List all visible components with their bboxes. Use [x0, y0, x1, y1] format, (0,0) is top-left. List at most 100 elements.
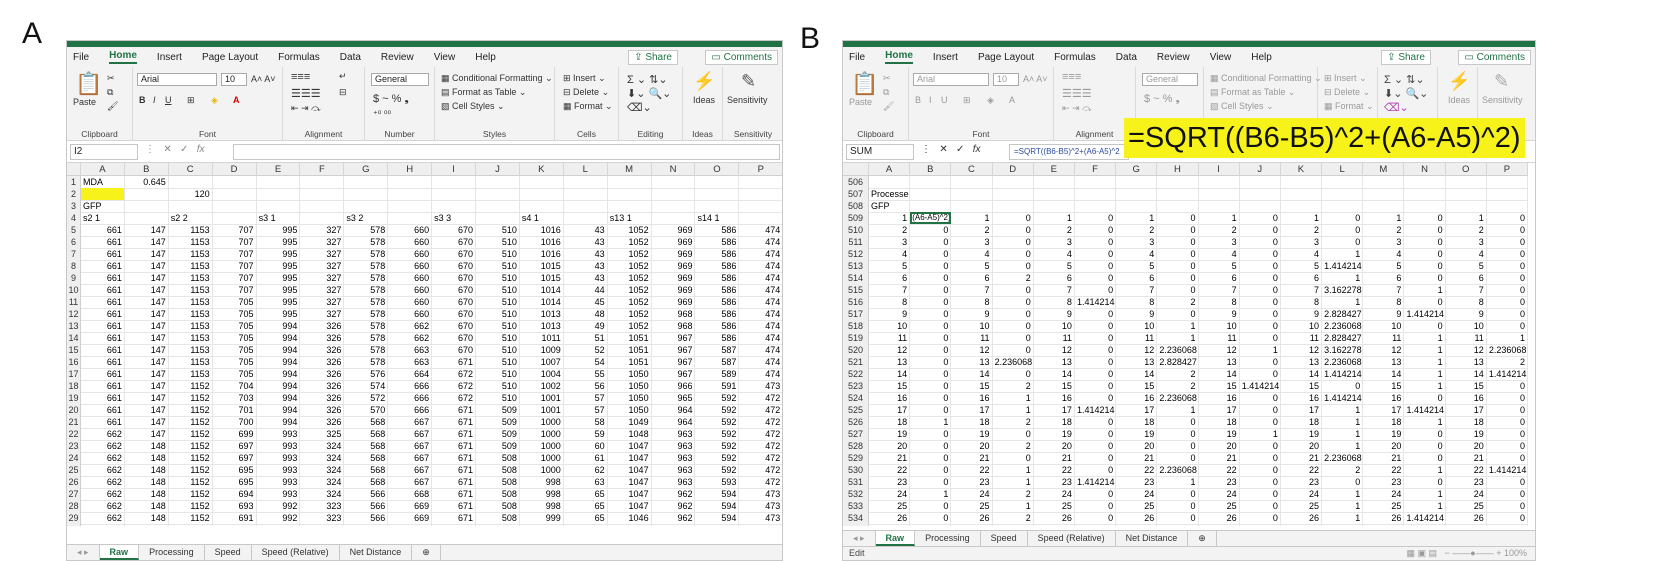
cell[interactable]: 0	[1404, 392, 1446, 404]
cell[interactable]: 1	[993, 404, 1034, 416]
cell[interactable]: 0	[1240, 224, 1281, 236]
cell[interactable]: 19	[1446, 428, 1487, 440]
font-name-select[interactable]: Arial	[913, 73, 989, 86]
cell[interactable]: 49	[564, 320, 608, 332]
cell[interactable]: 0	[1487, 296, 1528, 308]
cell[interactable]: 1152	[169, 380, 213, 392]
cell[interactable]	[388, 176, 433, 188]
cell[interactable]: 586	[695, 296, 740, 308]
cell[interactable]: 16	[1034, 392, 1075, 404]
cell[interactable]: 6	[1363, 272, 1405, 284]
cell[interactable]: 666	[388, 404, 433, 416]
cell[interactable]: 4	[869, 248, 911, 260]
cell[interactable]: 0	[1075, 380, 1117, 392]
cell[interactable]	[1199, 176, 1240, 188]
sensitivity-label[interactable]: Sensitivity	[1482, 95, 1523, 105]
cell[interactable]: 660	[388, 296, 433, 308]
cell[interactable]: 703	[213, 392, 257, 404]
cell[interactable]: 2	[1281, 224, 1323, 236]
cell[interactable]: 668	[388, 488, 433, 500]
cell[interactable]	[695, 188, 740, 200]
cell[interactable]: 474	[739, 356, 782, 368]
cell[interactable]: 1152	[169, 512, 213, 524]
cell[interactable]: 3	[1116, 236, 1158, 248]
tab-scroll-arrows[interactable]: ◂ ▸	[67, 545, 100, 560]
cell[interactable]: 148	[125, 500, 169, 512]
cell[interactable]: 0	[1487, 440, 1528, 452]
cell[interactable]: 324	[300, 440, 345, 452]
cell[interactable]: 13	[1199, 356, 1240, 368]
cell[interactable]	[564, 188, 608, 200]
cell[interactable]	[1322, 176, 1364, 188]
row-header[interactable]: 525	[843, 404, 869, 416]
cell[interactable]: 473	[739, 500, 782, 512]
cell[interactable]: 667	[388, 476, 433, 488]
cell[interactable]: 473	[739, 524, 782, 526]
cell[interactable]	[344, 200, 389, 212]
cell[interactable]	[257, 200, 301, 212]
cell[interactable]: 18	[1281, 416, 1323, 428]
cell[interactable]: 672	[432, 368, 477, 380]
column-header[interactable]: P	[1487, 163, 1528, 176]
clear-icon[interactable]: ⌫⌄	[627, 101, 652, 114]
cell[interactable]: 10	[951, 320, 993, 332]
cell[interactable]: 4	[1363, 248, 1405, 260]
cell[interactable]: 2	[993, 488, 1034, 500]
cell[interactable]: 14	[869, 368, 911, 380]
paste-icon[interactable]: 📋	[851, 71, 878, 97]
cell[interactable]: 16	[869, 392, 911, 404]
cell[interactable]: 663	[81, 524, 125, 526]
cell[interactable]: 22	[1034, 464, 1075, 476]
cell[interactable]: 4	[1034, 248, 1075, 260]
cell[interactable]: 10	[1281, 320, 1323, 332]
cell[interactable]: 147	[125, 416, 169, 428]
cell[interactable]: 3	[1157, 524, 1199, 526]
bold-icon[interactable]: B	[915, 95, 921, 105]
cell[interactable]: s4 1	[520, 212, 564, 224]
cell[interactable]: 671	[432, 464, 477, 476]
cell[interactable]: 27	[951, 524, 993, 526]
cell[interactable]: s13 1	[608, 212, 652, 224]
cell[interactable]: 586	[695, 248, 740, 260]
cell[interactable]: 1	[1240, 344, 1281, 356]
cell[interactable]: 0	[1240, 212, 1281, 224]
cell[interactable]: 22	[1446, 464, 1487, 476]
cell[interactable]: 671	[432, 524, 477, 526]
column-header[interactable]: D	[213, 163, 257, 176]
cell[interactable]: 1050	[608, 380, 652, 392]
cell[interactable]: 17	[1446, 404, 1487, 416]
cell[interactable]: 1.414214	[1322, 392, 1364, 404]
cell[interactable]: 576	[344, 368, 389, 380]
cell[interactable]: 671	[432, 488, 477, 500]
cell[interactable]: s3 3	[432, 212, 477, 224]
cell[interactable]: 1050	[608, 392, 652, 404]
cell[interactable]: 3	[1363, 236, 1405, 248]
cell[interactable]: 994	[257, 356, 301, 368]
cell[interactable]: 510	[476, 320, 520, 332]
cell[interactable]: 0	[1322, 224, 1364, 236]
cell[interactable]: 25	[1446, 500, 1487, 512]
column-header[interactable]: B	[125, 163, 169, 176]
cell[interactable]: 0	[1157, 416, 1199, 428]
cell[interactable]: 510	[476, 260, 520, 272]
cut-icon[interactable]: ✂	[107, 73, 115, 84]
cell[interactable]: 7	[951, 284, 993, 296]
cell[interactable]: 9	[1199, 308, 1240, 320]
cell[interactable]: 566	[344, 524, 389, 526]
cell[interactable]: 1153	[169, 332, 213, 344]
cell[interactable]: 510	[476, 308, 520, 320]
cell[interactable]: 0	[910, 512, 952, 524]
row-header[interactable]: 510	[843, 224, 869, 236]
cell[interactable]: 7	[1116, 284, 1158, 296]
cell[interactable]: 11	[1446, 332, 1487, 344]
cell[interactable]: 1152	[169, 428, 213, 440]
cell[interactable]: 1.414214	[1075, 296, 1117, 308]
cell[interactable]: 0	[1240, 356, 1281, 368]
cell[interactable]: 326	[300, 368, 345, 380]
cell[interactable]: 0	[1487, 404, 1528, 416]
cell[interactable]	[476, 176, 520, 188]
cell[interactable]: 568	[344, 464, 389, 476]
italic-icon[interactable]: I	[929, 95, 932, 105]
cell[interactable]: 995	[257, 284, 301, 296]
cell[interactable]: 2	[1404, 524, 1446, 526]
